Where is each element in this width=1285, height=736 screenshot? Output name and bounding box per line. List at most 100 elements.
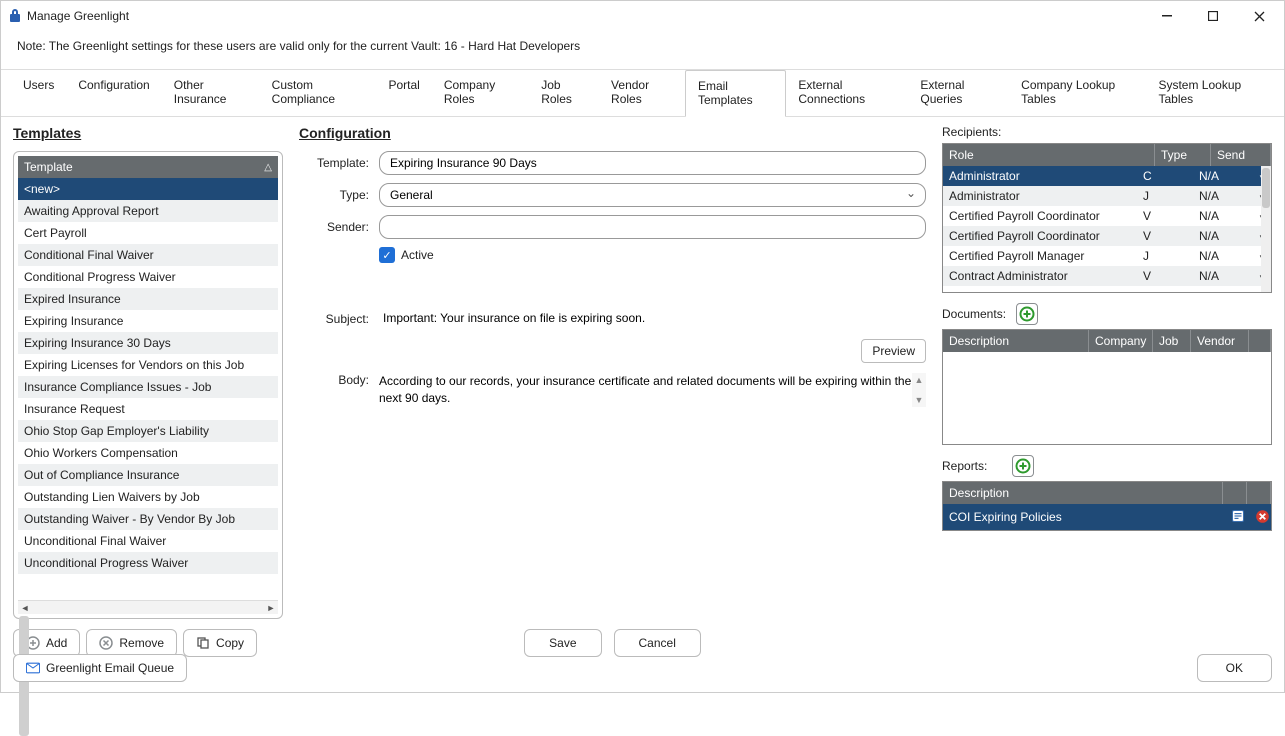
template-hscrollbar[interactable]: ◄ ► — [18, 600, 278, 614]
lock-icon — [9, 8, 21, 25]
recipient-row[interactable]: AdministratorJN/A▾ — [943, 186, 1271, 206]
subject-input[interactable] — [379, 309, 926, 328]
recipient-row[interactable]: Certified Payroll CoordinatorVN/A▾ — [943, 206, 1271, 226]
tab-vendor-roles[interactable]: Vendor Roles — [599, 70, 685, 116]
template-item[interactable]: Outstanding Waiver - By Vendor By Job — [18, 508, 278, 530]
recipient-row[interactable]: Contract AdministratorVN/A▾ — [943, 266, 1271, 286]
template-item[interactable]: Conditional Final Waiver — [18, 244, 278, 266]
tab-email-templates[interactable]: Email Templates — [685, 70, 786, 117]
template-item[interactable]: Unconditional Progress Waiver — [18, 552, 278, 574]
queue-label: Greenlight Email Queue — [46, 661, 174, 675]
templates-heading: Templates — [13, 125, 283, 141]
recipient-row[interactable]: Certified Payroll ManagerJN/A▾ — [943, 246, 1271, 266]
template-name-input[interactable] — [379, 151, 926, 175]
recipient-role: Certified Payroll Coordinator — [943, 226, 1137, 246]
recipient-type: V — [1137, 266, 1193, 286]
template-item[interactable]: Outstanding Lien Waivers by Job — [18, 486, 278, 508]
edit-report-button[interactable] — [1223, 504, 1247, 529]
template-item[interactable]: Insurance Request — [18, 398, 278, 420]
scroll-up-icon[interactable]: ▲ — [912, 373, 926, 387]
recipient-type: V — [1137, 206, 1193, 226]
template-item[interactable]: Expiring Licenses for Vendors on this Jo… — [18, 354, 278, 376]
recipients-vscrollbar[interactable] — [1261, 166, 1271, 292]
remove-template-button[interactable]: Remove — [86, 629, 177, 657]
ok-button[interactable]: OK — [1197, 654, 1272, 682]
greenlight-email-queue-button[interactable]: Greenlight Email Queue — [13, 654, 187, 682]
tab-portal[interactable]: Portal — [376, 70, 431, 116]
recipient-send: N/A — [1193, 226, 1253, 246]
recipient-role: Administrator — [943, 166, 1137, 186]
add-report-button[interactable] — [1012, 455, 1034, 477]
template-item[interactable]: Expiring Insurance — [18, 310, 278, 332]
body-textarea[interactable] — [379, 373, 912, 407]
recipient-role: Contract Administrator — [943, 266, 1137, 286]
template-item[interactable]: Expired Insurance — [18, 288, 278, 310]
recipient-row[interactable]: Certified Payroll CoordinatorVN/A▾ — [943, 226, 1271, 246]
sender-input[interactable] — [379, 215, 926, 239]
recipients-col-role[interactable]: Role — [943, 144, 1155, 166]
copy-template-button[interactable]: Copy — [183, 629, 257, 657]
close-button[interactable] — [1242, 4, 1276, 28]
scroll-right-icon[interactable]: ► — [264, 601, 278, 615]
template-column-header[interactable]: Template △ — [18, 156, 278, 178]
scroll-down-icon[interactable]: ▼ — [912, 393, 926, 407]
type-select[interactable] — [379, 183, 926, 207]
tab-users[interactable]: Users — [11, 70, 66, 116]
remove-label: Remove — [119, 636, 164, 650]
template-list: Template △ <new>Awaiting Approval Report… — [13, 151, 283, 619]
minimize-button[interactable] — [1150, 4, 1184, 28]
tab-bar: UsersConfigurationOther InsuranceCustom … — [1, 69, 1284, 117]
template-item[interactable]: Insurance Compliance Issues - Job — [18, 376, 278, 398]
reports-grid: Description COI Expiring Policies — [942, 481, 1272, 531]
scroll-left-icon[interactable]: ◄ — [18, 601, 32, 615]
tab-custom-compliance[interactable]: Custom Compliance — [260, 70, 377, 116]
configuration-heading: Configuration — [299, 125, 926, 141]
documents-col-description[interactable]: Description — [943, 330, 1089, 352]
tab-configuration[interactable]: Configuration — [66, 70, 161, 116]
recipient-type: V — [1137, 226, 1193, 246]
template-item[interactable]: Ohio Workers Compensation — [18, 442, 278, 464]
recipient-role: Administrator — [943, 186, 1137, 206]
documents-col-company[interactable]: Company — [1089, 330, 1153, 352]
recipient-send: N/A — [1193, 166, 1253, 186]
template-item[interactable]: Ohio Stop Gap Employer's Liability — [18, 420, 278, 442]
report-row[interactable]: COI Expiring Policies — [943, 504, 1271, 530]
recipients-col-type[interactable]: Type — [1155, 144, 1211, 166]
documents-heading: Documents: — [942, 307, 1006, 321]
body-vscrollbar[interactable]: ▲ ▼ — [912, 373, 926, 407]
reports-col-description[interactable]: Description — [943, 482, 1223, 504]
tab-company-lookup-tables[interactable]: Company Lookup Tables — [1009, 70, 1146, 116]
tab-company-roles[interactable]: Company Roles — [432, 70, 529, 116]
documents-col-vendor[interactable]: Vendor — [1191, 330, 1249, 352]
recipients-grid: Role Type Send AdministratorCN/A▾Adminis… — [942, 143, 1272, 293]
active-label: Active — [401, 248, 434, 262]
preview-button[interactable]: Preview — [861, 339, 926, 363]
tab-other-insurance[interactable]: Other Insurance — [162, 70, 260, 116]
recipient-row[interactable]: AdministratorCN/A▾ — [943, 166, 1271, 186]
tab-system-lookup-tables[interactable]: System Lookup Tables — [1146, 70, 1274, 116]
save-button[interactable]: Save — [524, 629, 601, 657]
template-item[interactable]: Out of Compliance Insurance — [18, 464, 278, 486]
maximize-button[interactable] — [1196, 4, 1230, 28]
tab-external-connections[interactable]: External Connections — [786, 70, 908, 116]
cancel-button[interactable]: Cancel — [614, 629, 701, 657]
template-item[interactable]: <new> — [18, 178, 278, 200]
template-item[interactable]: Conditional Progress Waiver — [18, 266, 278, 288]
recipient-send: N/A — [1193, 246, 1253, 266]
template-item[interactable]: Expiring Insurance 30 Days — [18, 332, 278, 354]
template-item[interactable]: Unconditional Final Waiver — [18, 530, 278, 552]
recipient-send: N/A — [1193, 266, 1253, 286]
documents-grid: Description Company Job Vendor — [942, 329, 1272, 445]
tab-external-queries[interactable]: External Queries — [908, 70, 1009, 116]
add-document-button[interactable] — [1016, 303, 1038, 325]
delete-report-button[interactable] — [1247, 504, 1271, 530]
title-bar: Manage Greenlight — [1, 1, 1284, 31]
recipients-col-send[interactable]: Send — [1211, 144, 1271, 166]
recipient-type: J — [1137, 246, 1193, 266]
documents-col-job[interactable]: Job — [1153, 330, 1191, 352]
active-checkbox[interactable]: ✓ — [379, 247, 395, 263]
tab-job-roles[interactable]: Job Roles — [529, 70, 599, 116]
template-item[interactable]: Awaiting Approval Report — [18, 200, 278, 222]
reports-heading: Reports: — [942, 459, 1002, 473]
template-item[interactable]: Cert Payroll — [18, 222, 278, 244]
